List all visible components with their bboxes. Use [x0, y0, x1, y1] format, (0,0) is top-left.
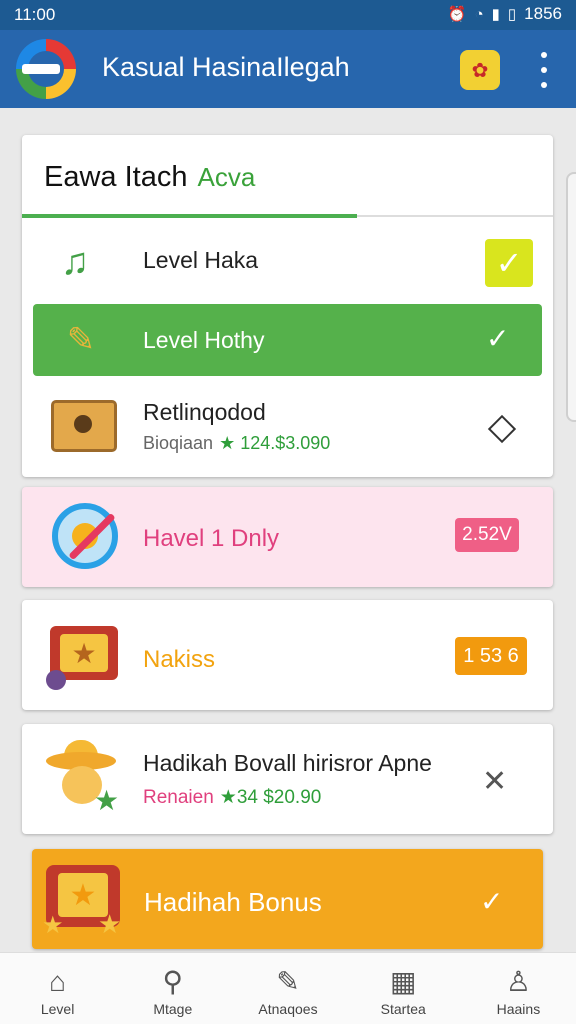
ticket-icon: ✎ — [66, 321, 96, 359]
home-icon: ⌂ — [49, 966, 67, 997]
battery-icon: ▯ — [507, 6, 517, 23]
level-list-card: Eawa Itach Acva ♫ Level Haka ✓ ✎ Level Ho… — [22, 135, 553, 477]
list-item-level-haka[interactable]: ♫ Level Haka ✓ — [22, 225, 553, 297]
card-hadihah-bonus[interactable]: ★ ★ ★ Hadihah Bonus ✓ — [32, 849, 543, 949]
card-header: Eawa Itach Acva — [44, 161, 255, 194]
nav-item-level[interactable]: ⌂ Level — [0, 953, 115, 1024]
card-title: Eawa Itach — [44, 161, 188, 193]
card-meta: Renaien ★34 $20.90 — [143, 786, 321, 809]
person-icon: ♙ — [505, 966, 531, 997]
list-item-retlinqodod[interactable]: Retlinqodod Bioqiaan ★ 124.$3.090 — [22, 385, 553, 475]
wifi-icon: ◔ — [474, 5, 484, 23]
check-icon[interactable]: ✓ — [480, 885, 503, 918]
checkbox-checked-icon[interactable]: ✓ — [485, 239, 533, 287]
card-label: Hadikah Bovall hirisror Apne — [143, 750, 432, 776]
treasure-frame-icon: ★ — [46, 618, 126, 690]
card-subtitle: Acva — [197, 162, 256, 192]
nav-item-mtage[interactable]: ⚲ Mtage — [115, 953, 230, 1024]
alarm-icon: ⏰ — [447, 6, 467, 23]
signal-icon: ▮ — [491, 6, 500, 23]
nav-item-startea[interactable]: ▦ Startea — [346, 953, 461, 1024]
gift-icon[interactable]: ✿ — [460, 50, 500, 90]
list-item-label: Level Haka — [143, 247, 259, 273]
nav-item-atnaqoes[interactable]: ✎ Atnaqoes — [230, 953, 345, 1024]
card-nakiss[interactable]: ★ Nakiss 1 53 6 — [22, 600, 553, 710]
target-icon — [52, 503, 118, 569]
star-frame-icon: ★ ★ ★ — [42, 863, 128, 939]
nav-label: Mtage — [153, 1001, 193, 1017]
list-item-label: Retlinqodod — [143, 399, 266, 425]
nav-label: Haains — [496, 1001, 541, 1017]
list-item-meta: Bioqiaan ★ 124.$3.090 — [143, 433, 330, 454]
sombrero-character-icon: ★ — [44, 738, 124, 816]
diamond-icon[interactable] — [487, 414, 517, 444]
meta-price: ★34 $20.90 — [219, 787, 322, 808]
card-label: Nakiss — [143, 646, 216, 673]
value-badge: 1 53 6 — [455, 637, 527, 675]
list-item-label: Level Hothy — [143, 327, 265, 353]
nav-label: Level — [40, 1001, 75, 1017]
more-options-icon[interactable] — [532, 48, 556, 92]
nav-label: Atnaqoes — [258, 1001, 318, 1017]
close-icon[interactable]: ✕ — [482, 764, 507, 799]
meta-text: Renaien — [143, 787, 214, 808]
card-label: Havel 1 Dnly — [143, 525, 280, 552]
progress-tab-line — [22, 214, 553, 218]
meta-text: Bioqiaan — [143, 433, 214, 453]
status-icons: ⏰ ◔ ▮ ▯ 1856 — [448, 4, 562, 24]
calendar-icon: ▦ — [389, 966, 417, 997]
search-icon: ⚲ — [162, 966, 184, 997]
status-bar: 11:00 ⏰ ◔ ▮ ▯ 1856 — [0, 0, 576, 30]
list-item-level-hothy[interactable]: ✎ Level Hothy ✓ — [33, 304, 542, 376]
nav-label: Startea — [380, 1001, 426, 1017]
check-icon[interactable]: ✓ — [486, 322, 509, 355]
chest-icon — [48, 397, 120, 455]
app-title: Kasual HasinaIlegah — [102, 52, 350, 82]
app-logo-icon — [16, 39, 76, 99]
card-hadikah[interactable]: ★ Hadikah Bovall hirisror Apne Renaien ★3… — [22, 724, 553, 834]
meta-price: ★ 124.$3.090 — [219, 433, 331, 453]
music-note-icon: ♫ — [60, 240, 90, 283]
status-right-text: 1856 — [524, 4, 562, 23]
value-badge: 2.52V — [455, 518, 519, 552]
edit-icon: ✎ — [276, 966, 300, 997]
app-bar: Kasual HasinaIlegah ✿ — [0, 30, 576, 108]
card-havel-daily[interactable]: Havel 1 Dnly 2.52V — [22, 487, 553, 587]
card-label: Hadihah Bonus — [144, 887, 322, 917]
status-time: 11:00 — [14, 5, 56, 24]
nav-item-haains[interactable]: ♙ Haains — [461, 953, 576, 1024]
bottom-nav: ⌂ Level ⚲ Mtage ✎ Atnaqoes ▦ Startea ♙ H… — [0, 952, 576, 1024]
side-drawer-handle[interactable] — [566, 172, 576, 422]
